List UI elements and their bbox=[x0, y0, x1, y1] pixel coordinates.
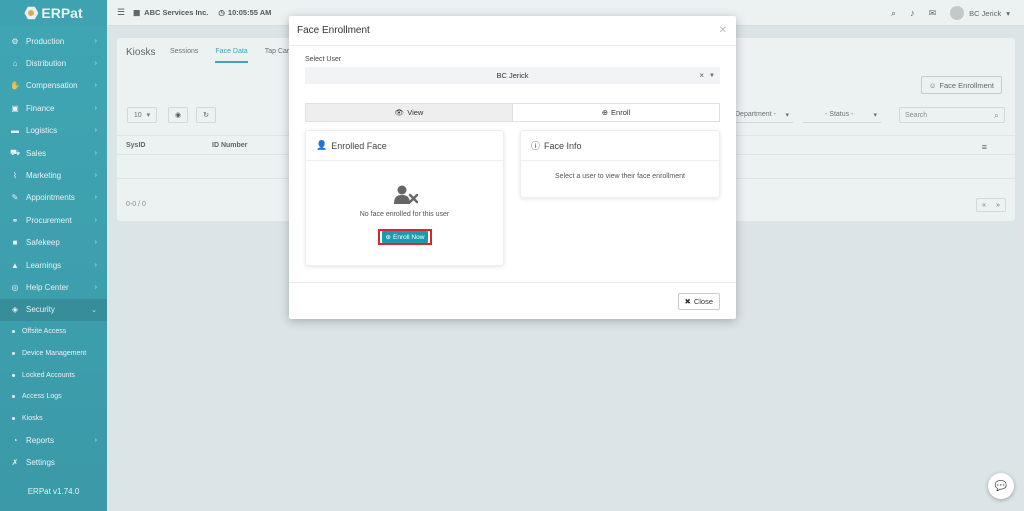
close-button-label: Close bbox=[693, 297, 713, 306]
modal-header: Face Enrollment bbox=[289, 16, 736, 46]
enroll-tab-label: Enroll bbox=[611, 108, 631, 117]
close-button[interactable]: ✖ Close bbox=[677, 293, 720, 310]
user-icon: 👤 bbox=[316, 140, 328, 150]
user-times-icon bbox=[394, 185, 418, 204]
face-enrollment-modal: Face Enrollment ✕ Select User BC Jerick … bbox=[289, 16, 736, 319]
enroll-now-label: Enroll Now bbox=[393, 233, 425, 241]
view-tab[interactable]: 👁 View bbox=[306, 104, 513, 121]
face-info-panel: ⓘ Face Info Select a user to view their f… bbox=[520, 130, 720, 198]
no-face-message: No face enrolled for this user bbox=[359, 211, 450, 218]
info-circle-icon: ⓘ bbox=[531, 141, 541, 151]
close-icon[interactable]: ✕ bbox=[719, 25, 727, 36]
enrolled-face-header: 👤 Enrolled Face bbox=[306, 131, 503, 161]
enroll-now-inner: ⊕ Enroll Now bbox=[381, 231, 429, 243]
select-user-dropdown[interactable]: BC Jerick × ▼ bbox=[305, 67, 720, 84]
enroll-tab[interactable]: ⊕ Enroll bbox=[513, 104, 719, 121]
view-tab-label: View bbox=[407, 108, 424, 117]
face-info-message: Select a user to view their face enrollm… bbox=[555, 173, 685, 180]
close-icon: ✖ bbox=[684, 297, 691, 306]
plus-circle-icon: ⊕ bbox=[601, 108, 609, 117]
chat-button[interactable]: 💬 bbox=[988, 473, 1014, 499]
face-info-title: Face Info bbox=[544, 140, 582, 151]
eye-icon: 👁 bbox=[394, 108, 405, 117]
face-info-header: ⓘ Face Info bbox=[521, 131, 719, 161]
selected-user-value: BC Jerick bbox=[496, 71, 529, 80]
enroll-now-button[interactable]: ⊕ Enroll Now bbox=[378, 229, 432, 245]
enrolled-face-panel: 👤 Enrolled Face No face enrolled for this… bbox=[305, 130, 504, 266]
plus-circle-icon: ⊕ bbox=[385, 234, 391, 241]
view-enroll-toggle: 👁 View ⊕ Enroll bbox=[305, 103, 720, 122]
clear-selection-icon[interactable]: × bbox=[699, 71, 704, 80]
select-user-label: Select User bbox=[305, 56, 342, 63]
chat-bubbles-icon: 💬 bbox=[994, 480, 1008, 492]
modal-title: Face Enrollment bbox=[297, 25, 370, 36]
caret-down-icon: ▼ bbox=[709, 72, 715, 79]
modal-footer: ✖ Close bbox=[289, 282, 736, 319]
enrolled-face-title: Enrolled Face bbox=[331, 140, 387, 151]
